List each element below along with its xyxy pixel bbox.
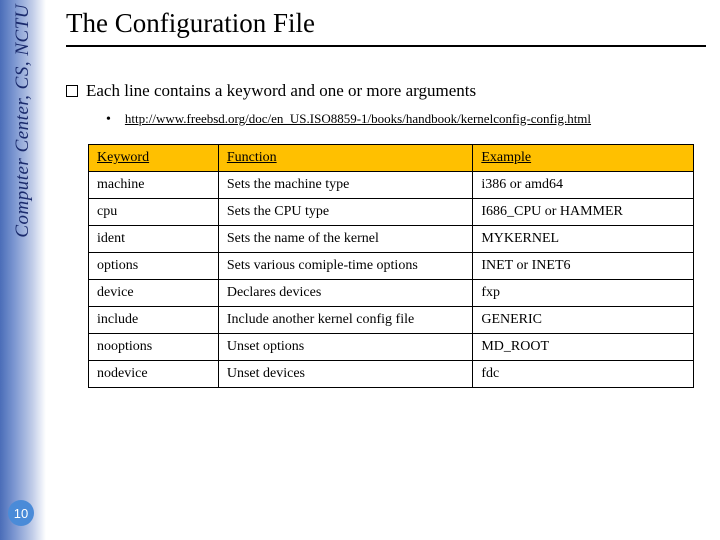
cell-function: Sets the CPU type bbox=[218, 199, 472, 226]
cell-keyword: options bbox=[89, 253, 219, 280]
table-row: options Sets various comiple-time option… bbox=[89, 253, 694, 280]
cell-example: i386 or amd64 bbox=[473, 172, 694, 199]
cell-keyword: nodevice bbox=[89, 361, 219, 388]
cell-function: Unset devices bbox=[218, 361, 472, 388]
cell-keyword: nooptions bbox=[89, 334, 219, 361]
cell-example: GENERIC bbox=[473, 307, 694, 334]
table-row: include Include another kernel config fi… bbox=[89, 307, 694, 334]
bullet-line: Each line contains a keyword and one or … bbox=[66, 81, 712, 101]
cell-example: MD_ROOT bbox=[473, 334, 694, 361]
slide-content: The Configuration File Each line contain… bbox=[66, 8, 712, 388]
cell-function: Sets the machine type bbox=[218, 172, 472, 199]
handbook-link[interactable]: http://www.freebsd.org/doc/en_US.ISO8859… bbox=[125, 111, 591, 126]
square-bullet-icon bbox=[66, 85, 78, 97]
bullet-text: Each line contains a keyword and one or … bbox=[86, 81, 476, 100]
page-title: The Configuration File bbox=[66, 8, 712, 39]
table-row: device Declares devices fxp bbox=[89, 280, 694, 307]
cell-example: fxp bbox=[473, 280, 694, 307]
cell-function: Sets various comiple-time options bbox=[218, 253, 472, 280]
cell-example: MYKERNEL bbox=[473, 226, 694, 253]
cell-keyword: cpu bbox=[89, 199, 219, 226]
cell-keyword: ident bbox=[89, 226, 219, 253]
table-row: machine Sets the machine type i386 or am… bbox=[89, 172, 694, 199]
cell-keyword: device bbox=[89, 280, 219, 307]
table-row: nooptions Unset options MD_ROOT bbox=[89, 334, 694, 361]
dot-bullet-icon: • bbox=[106, 112, 111, 128]
table-row: nodevice Unset devices fdc bbox=[89, 361, 694, 388]
cell-function: Include another kernel config file bbox=[218, 307, 472, 334]
th-keyword: Keyword bbox=[89, 145, 219, 172]
cell-function: Declares devices bbox=[218, 280, 472, 307]
title-underline bbox=[66, 45, 706, 47]
th-example: Example bbox=[473, 145, 694, 172]
table-header-row: Keyword Function Example bbox=[89, 145, 694, 172]
config-table: Keyword Function Example machine Sets th… bbox=[88, 144, 694, 388]
page-number-badge: 10 bbox=[8, 500, 34, 526]
th-function: Function bbox=[218, 145, 472, 172]
cell-function: Unset options bbox=[218, 334, 472, 361]
table-row: ident Sets the name of the kernel MYKERN… bbox=[89, 226, 694, 253]
cell-example: fdc bbox=[473, 361, 694, 388]
table-row: cpu Sets the CPU type I686_CPU or HAMMER bbox=[89, 199, 694, 226]
cell-example: INET or INET6 bbox=[473, 253, 694, 280]
sidebar: Computer Center, CS, NCTU bbox=[0, 0, 46, 540]
cell-function: Sets the name of the kernel bbox=[218, 226, 472, 253]
sub-bullet-line: • http://www.freebsd.org/doc/en_US.ISO885… bbox=[106, 111, 712, 128]
cell-keyword: machine bbox=[89, 172, 219, 199]
sidebar-org-text: Computer Center, CS, NCTU bbox=[12, 4, 34, 238]
cell-example: I686_CPU or HAMMER bbox=[473, 199, 694, 226]
cell-keyword: include bbox=[89, 307, 219, 334]
